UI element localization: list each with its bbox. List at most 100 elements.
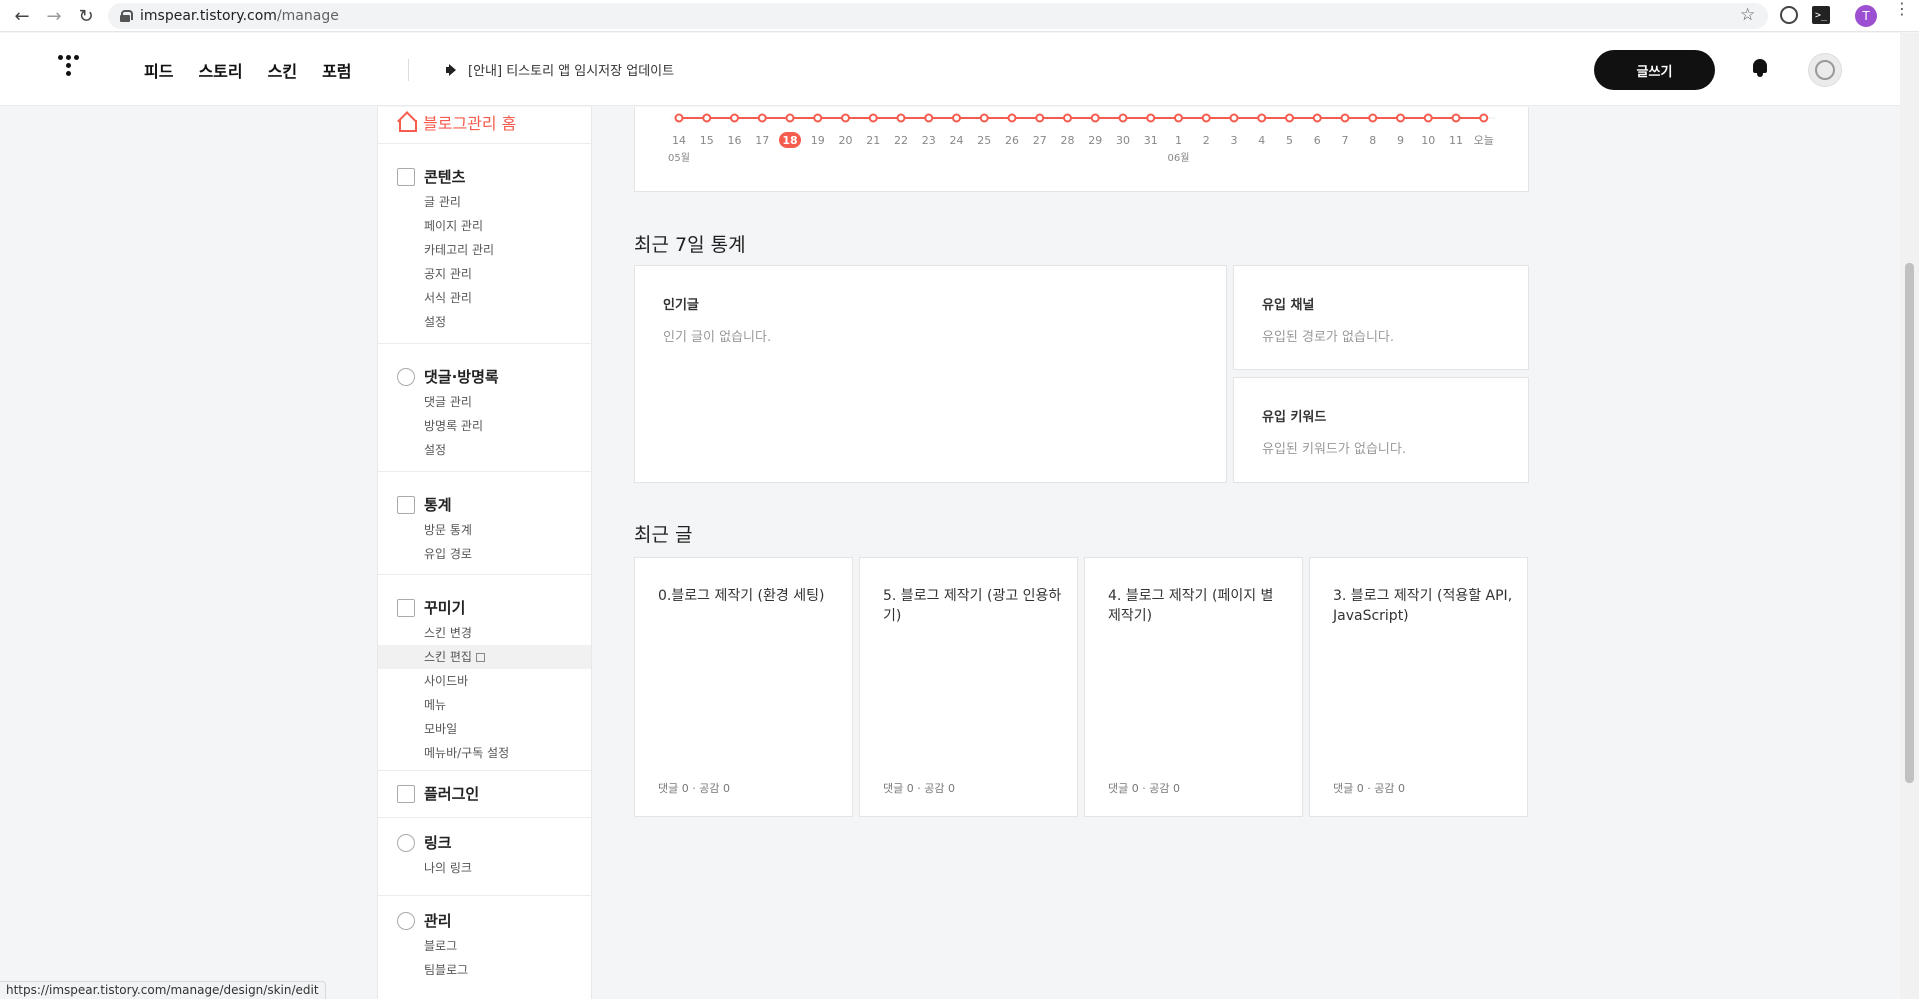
sidebar-item-notice-manage[interactable]: 공지 관리 — [424, 262, 472, 286]
scrollbar-thumb[interactable] — [1905, 263, 1914, 783]
write-post-button[interactable]: 글쓰기 — [1594, 50, 1715, 90]
chart-point — [841, 113, 850, 123]
kebab-menu-icon[interactable]: ⋮ — [1894, 1, 1910, 17]
sidebar-title-contents[interactable]: 콘텐츠 — [397, 166, 465, 187]
notice-link[interactable]: [안내] 티스토리 앱 임시저장 업데이트 — [446, 60, 674, 79]
sidebar-section-stats: 통계 방문 통계 유입 경로 — [378, 471, 593, 574]
post-meta: 댓글 0 · 공감 0 — [658, 782, 730, 795]
star-icon[interactable]: ☆ — [1740, 5, 1755, 25]
sidebar-item-post-manage[interactable]: 글 관리 — [424, 190, 461, 214]
sidebar-item-menubar-subscribe[interactable]: 메뉴바/구독 설정 — [424, 741, 509, 765]
nav-skin[interactable]: 스킨 — [268, 58, 297, 82]
post-title[interactable]: 5. 블로그 제작기 (광고 인용하기) — [883, 586, 1063, 626]
chart-point — [674, 113, 684, 123]
lock-icon — [120, 10, 133, 22]
post-title[interactable]: 4. 블로그 제작기 (페이지 별 제작기) — [1108, 586, 1288, 626]
sidebar-item-contents-settings[interactable]: 설정 — [424, 310, 446, 334]
recent-post-card[interactable]: 5. 블로그 제작기 (광고 인용하기) 댓글 0 · 공감 0 — [859, 557, 1078, 817]
terminal-extension-icon[interactable]: >_ — [1812, 6, 1830, 24]
sidebar-title-links[interactable]: 링크 — [397, 832, 452, 853]
sidebar-title-admin[interactable]: 관리 — [397, 910, 452, 931]
post-title[interactable]: 0.블로그 제작기 (환경 세팅) — [658, 586, 838, 606]
chart-point — [1090, 113, 1100, 123]
status-bar-url: https://imspear.tistory.com/manage/desig… — [0, 981, 326, 999]
chart-x-tick-label: 31 — [1144, 134, 1158, 147]
url-path: /manage — [276, 8, 339, 24]
sidebar-item-sidebar[interactable]: 사이드바 — [424, 669, 468, 693]
chart-x-tick-label: 24 — [950, 134, 964, 147]
sidebar-section-admin: 관리 블로그 팀블로그 — [378, 895, 593, 999]
reload-icon[interactable]: ↻ — [70, 0, 102, 32]
bell-icon[interactable] — [1752, 59, 1768, 77]
sidebar-item-blog[interactable]: 블로그 — [424, 934, 457, 958]
sidebar-item-skin-edit[interactable]: 스킨 편집 — [378, 645, 591, 669]
chart-point — [1285, 113, 1294, 123]
visitor-line-chart: 14 15 16 17 18 19 20 21 22 23 24 25 26 27 28 29 30 31 1 2 3 4… — [668, 113, 1496, 164]
chart-point — [979, 113, 989, 123]
sidebar-home-label: 블로그관리 홈 — [423, 114, 517, 133]
recent-post-card[interactable]: 3. 블로그 제작기 (적용할 API, JavaScript) 댓글 0 · … — [1309, 557, 1528, 817]
sidebar-item-skin-change[interactable]: 스킨 변경 — [424, 621, 472, 645]
chart-point — [1007, 113, 1017, 123]
sidebar-item-page-manage[interactable]: 페이지 관리 — [424, 214, 483, 238]
sidebar-item-category-manage[interactable]: 카테고리 관리 — [424, 238, 494, 262]
chart-x-tick-label: 26 — [1005, 134, 1019, 147]
sidebar-item-team-blog[interactable]: 팀블로그 — [424, 958, 468, 982]
referral-keyword-card: 유입 키워드 유입된 키워드가 없습니다. — [1233, 377, 1529, 483]
page-scrollbar[interactable] — [1900, 33, 1919, 999]
sidebar-item-mobile[interactable]: 모바일 — [424, 717, 457, 741]
referral-channel-empty: 유입된 경로가 없습니다. — [1262, 330, 1394, 345]
sidebar-item-guestbook-manage[interactable]: 방명록 관리 — [424, 414, 483, 438]
referral-channel-card: 유입 채널 유입된 경로가 없습니다. — [1233, 265, 1529, 370]
chart-x-tick-label: 6 — [1314, 134, 1321, 147]
chart-x-tick-label: 8 — [1369, 134, 1376, 147]
recent-post-card[interactable]: 4. 블로그 제작기 (페이지 별 제작기) 댓글 0 · 공감 0 — [1084, 557, 1303, 817]
sidebar-item-visit-stats[interactable]: 방문 통계 — [424, 518, 472, 542]
user-avatar[interactable] — [1808, 53, 1842, 87]
tistory-logo[interactable] — [58, 55, 86, 85]
back-arrow-icon[interactable]: ← — [6, 0, 38, 32]
chart-x-tick-label: 19 — [811, 134, 825, 147]
chart-x-tick-label: 2 — [1203, 134, 1210, 147]
sidebar-item-comment-manage[interactable]: 댓글 관리 — [424, 390, 472, 414]
profile-avatar[interactable]: T — [1855, 5, 1877, 27]
nav-story[interactable]: 스토리 — [198, 58, 242, 82]
sidebar-item-template-manage[interactable]: 서식 관리 — [424, 286, 472, 310]
link-icon — [397, 833, 415, 852]
chart-point — [730, 113, 739, 123]
sidebar-title-comments[interactable]: 댓글·방명록 — [397, 366, 499, 387]
sidebar-section-comments: 댓글·방명록 댓글 관리 방명록 관리 설정 — [378, 343, 593, 471]
nav-feed[interactable]: 피드 — [144, 58, 173, 82]
forward-arrow-icon[interactable]: → — [38, 0, 70, 32]
sidebar-title-stats[interactable]: 통계 — [397, 494, 452, 515]
recent-post-card[interactable]: 0.블로그 제작기 (환경 세팅) 댓글 0 · 공감 0 — [634, 557, 853, 817]
sidebar-item-my-links[interactable]: 나의 링크 — [424, 856, 472, 880]
sidebar-section-design: 꾸미기 스킨 변경 스킨 편집 사이드바 메뉴 모바일 메뉴바/구독 설정 — [378, 574, 593, 770]
chart-x-tick-label: 9 — [1397, 134, 1404, 147]
chart-point — [1229, 113, 1239, 123]
chart-point — [1146, 113, 1156, 123]
nav-forum[interactable]: 포럼 — [322, 58, 351, 82]
post-title[interactable]: 3. 블로그 제작기 (적용할 API, JavaScript) — [1333, 586, 1513, 626]
chart-point — [785, 113, 795, 123]
home-icon — [397, 113, 417, 132]
address-bar[interactable]: imspear.tistory.com/manage — [108, 3, 1768, 29]
chart-x-tick-label: 29 — [1088, 134, 1102, 147]
extension-icon[interactable] — [1780, 6, 1798, 24]
sidebar-section-contents: 콘텐츠 글 관리 페이지 관리 카테고리 관리 공지 관리 서식 관리 설정 — [378, 143, 593, 343]
chart-x-tick-label: 18 — [782, 134, 797, 147]
chart-x-tick-label: 1 — [1175, 134, 1182, 147]
chart-point — [1257, 113, 1267, 123]
sidebar-title-design[interactable]: 꾸미기 — [397, 597, 465, 618]
sidebar-item-referrer[interactable]: 유입 경로 — [424, 542, 472, 566]
sidebar-item-menu[interactable]: 메뉴 — [424, 693, 446, 717]
sidebar-item-comment-settings[interactable]: 설정 — [424, 438, 446, 462]
chart-point — [1063, 113, 1072, 123]
speech-bubble-icon — [397, 367, 415, 386]
referral-keyword-empty: 유입된 키워드가 없습니다. — [1262, 442, 1406, 457]
sidebar-home-link[interactable]: 블로그관리 홈 — [397, 107, 516, 137]
chart-point — [1340, 113, 1350, 123]
chart-x-tick-label: 10 — [1421, 134, 1435, 147]
sidebar-title-plugins[interactable]: 플러그인 — [397, 783, 479, 804]
browser-toolbar: ← → ↻ imspear.tistory.com/manage ☆ >_ T … — [0, 0, 1919, 32]
